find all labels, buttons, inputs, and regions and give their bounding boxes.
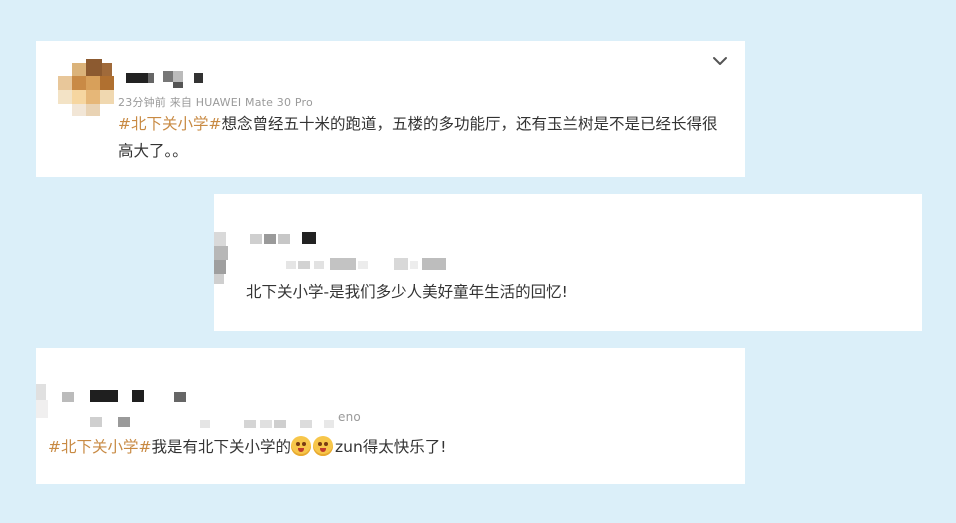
post-text-part-1: 我是有北下关小学的: [151, 438, 291, 456]
post-card-1: 23分钟前 来自 HUAWEI Mate 30 Pro #北下关小学#想念曾经五…: [36, 41, 745, 177]
username[interactable]: [62, 390, 232, 404]
post-text-line-2: 高大了。。: [118, 142, 188, 160]
post-meta: [90, 416, 380, 430]
post-text: #北下关小学#我是有北下关小学的 zun得太快乐了!: [48, 434, 447, 461]
post-card-2: 北下关小学-是我们多少人美好童年生活的回忆!: [214, 194, 922, 331]
post-text-line-1: 想念曾经五十米的跑道，五楼的多功能厅，还有玉兰树是不是已经长得很: [221, 115, 718, 133]
hashtag-link[interactable]: #北下关小学#: [118, 115, 221, 133]
post-text: #北下关小学#想念曾经五十米的跑道，五楼的多功能厅，还有玉兰树是不是已经长得很 …: [118, 111, 718, 165]
post-card-3: eno #北下关小学#我是有北下关小学的 zun得太快乐了!: [36, 348, 745, 484]
post-text-part-2: zun得太快乐了!: [335, 438, 447, 456]
emoji-icon: [313, 436, 333, 456]
post-meta: 23分钟前 来自 HUAWEI Mate 30 Pro: [118, 96, 313, 109]
chevron-down-icon[interactable]: [710, 51, 730, 71]
emoji-icon: [291, 436, 311, 456]
post-meta-text: eno: [338, 410, 361, 424]
avatar[interactable]: [58, 59, 116, 117]
post-meta: [286, 258, 466, 272]
avatar[interactable]: [214, 232, 228, 284]
hashtag-link[interactable]: #北下关小学#: [48, 438, 151, 456]
username[interactable]: [126, 71, 216, 88]
username[interactable]: [250, 232, 360, 246]
avatar[interactable]: [36, 384, 48, 418]
post-text: 北下关小学-是我们多少人美好童年生活的回忆!: [246, 283, 568, 301]
